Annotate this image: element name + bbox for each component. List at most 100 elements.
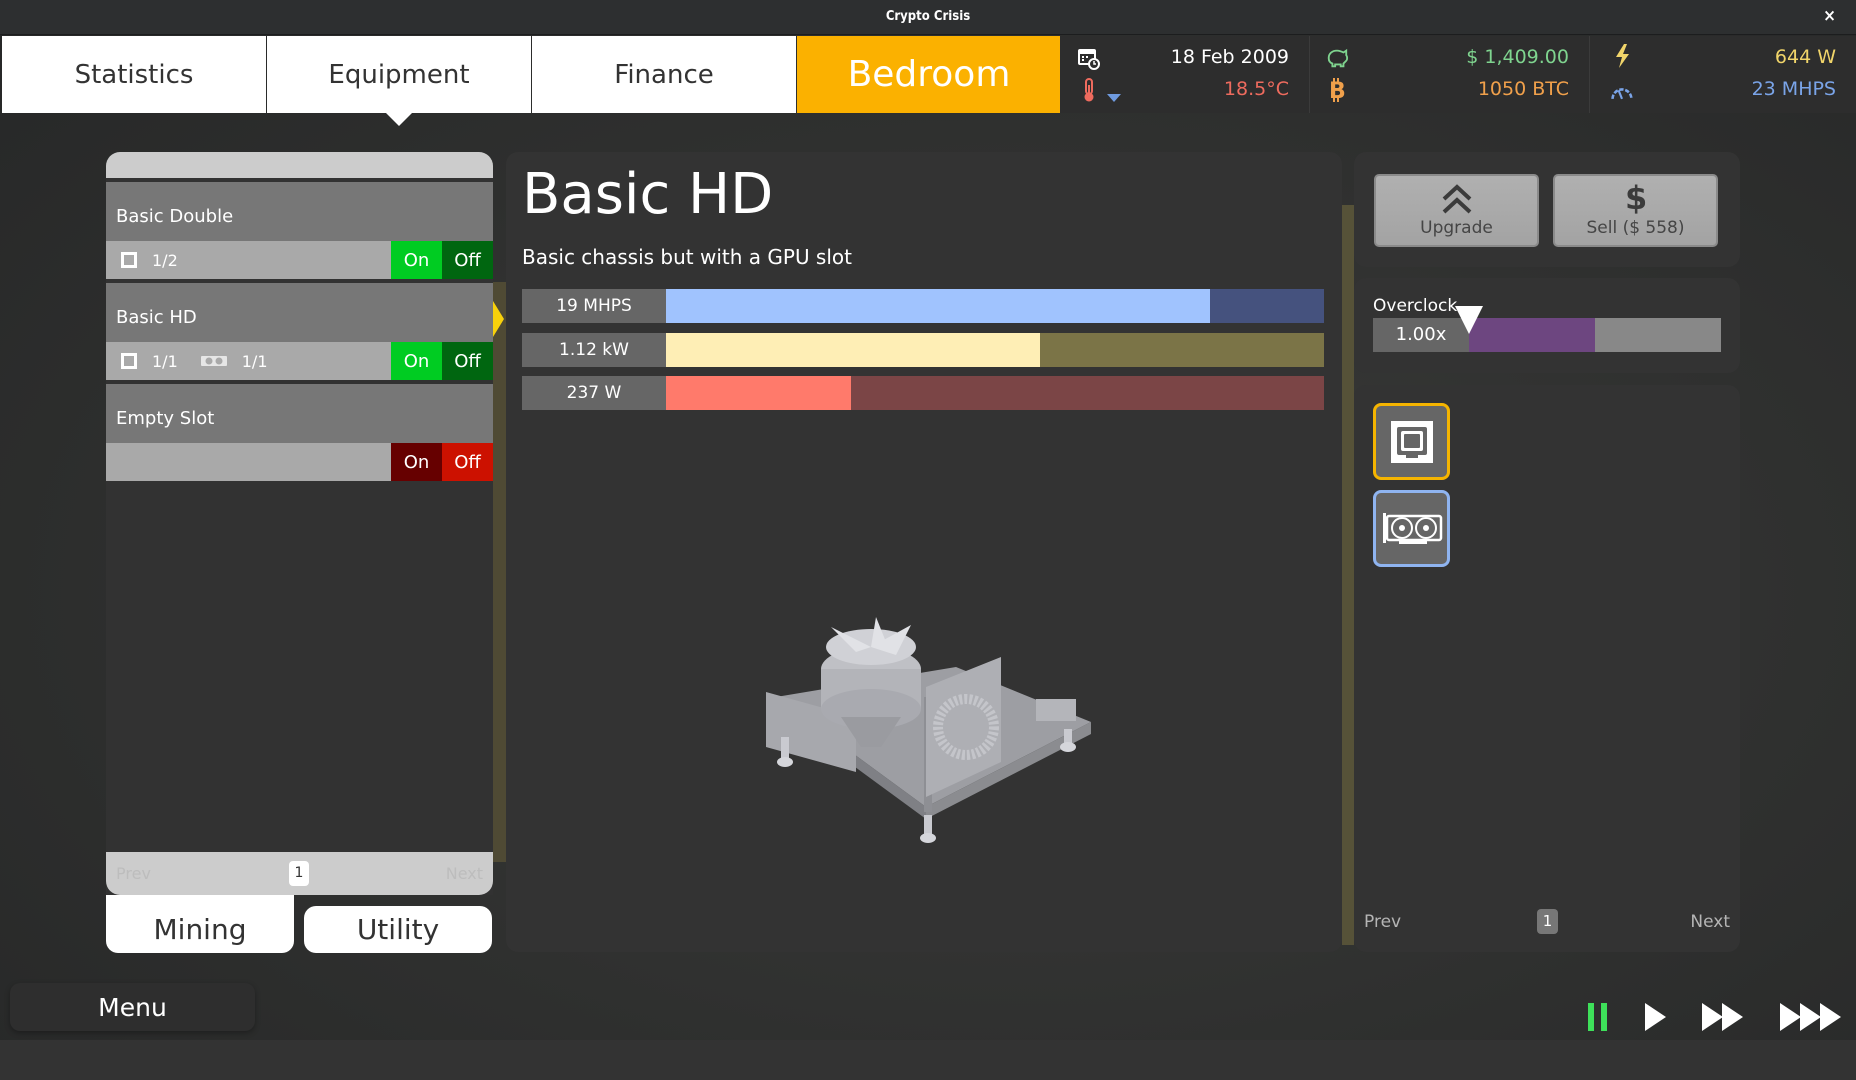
dropdown-arrow-icon[interactable]	[1102, 85, 1126, 109]
bar-track	[666, 376, 1324, 410]
cpu-icon	[1390, 420, 1433, 463]
double-chevron-up-icon	[1442, 184, 1471, 214]
rig-off-button[interactable]: Off	[442, 241, 493, 279]
speedometer-icon	[1610, 80, 1634, 104]
rig-item-selected[interactable]: Basic HD 1/1 1/1 On Off	[106, 283, 493, 380]
gpu-slot-count: 1/1	[241, 351, 268, 371]
fast-forward-button[interactable]	[1701, 1000, 1745, 1034]
rig-3d-model[interactable]	[756, 607, 1096, 847]
rig-status-row: 1/2 On Off	[106, 241, 493, 279]
date-value: 18 Feb 2009	[1170, 46, 1289, 68]
cpu-slot-count: 1/2	[152, 250, 178, 270]
tab-equipment[interactable]: Equipment	[267, 36, 531, 126]
piggy-bank-icon	[1325, 46, 1349, 70]
play-icon	[1645, 1003, 1666, 1031]
temperature-value: 18.5°C	[1223, 78, 1289, 100]
rig-status-row: On Off	[106, 443, 493, 481]
thermometer-icon	[1077, 78, 1101, 102]
rig-list-header	[106, 152, 493, 178]
dollar-icon: $	[1625, 180, 1647, 214]
bitcoin-icon: B	[1325, 78, 1349, 103]
rig-on-button[interactable]: On	[391, 342, 442, 380]
bar-track	[666, 289, 1324, 323]
lightning-icon	[1610, 44, 1634, 68]
category-mining-button[interactable]: Mining	[106, 895, 294, 953]
cpu-slot: 1/1	[120, 352, 178, 371]
tab-statistics[interactable]: Statistics	[2, 36, 266, 113]
sell-button[interactable]: $ Sell ($ 558)	[1553, 174, 1718, 247]
game-window: Crypto Crisis × Statistics Equipment Fin…	[0, 0, 1856, 1080]
rig-actions-panel: Upgrade $ Sell ($ 558)	[1354, 152, 1740, 267]
menu-button[interactable]: Menu	[10, 983, 255, 1031]
rig-item[interactable]: Empty Slot On Off	[106, 384, 493, 481]
calendar-clock-icon	[1077, 46, 1101, 70]
cash-value: $ 1,409.00	[1466, 46, 1569, 68]
bottom-strip	[0, 1040, 1856, 1080]
rig-off-button[interactable]: Off	[442, 443, 493, 481]
page-number: 1	[1537, 909, 1558, 934]
date-temp-block: 18 Feb 2009 18.5°C	[1060, 36, 1310, 113]
gpu-slot: 1/1	[200, 352, 268, 371]
close-icon[interactable]: ×	[1823, 6, 1836, 26]
cpu-slot-count: 1/1	[152, 351, 178, 371]
category-utility-button[interactable]: Utility	[304, 906, 492, 953]
fastest-forward-button[interactable]	[1779, 1000, 1843, 1034]
bar-fill	[666, 289, 1211, 323]
pause-button[interactable]	[1586, 1000, 1610, 1034]
rig-name: Basic Double	[106, 182, 493, 241]
category-label: Utility	[356, 913, 440, 946]
window-title: Crypto Crisis	[885, 9, 971, 24]
power-value: 644 W	[1774, 46, 1836, 68]
rig-item[interactable]: Basic Double 1/2 On Off	[106, 182, 493, 279]
next-page-button[interactable]: Next	[446, 864, 483, 883]
overclock-handle[interactable]	[1455, 306, 1483, 334]
page-number: 1	[289, 861, 309, 886]
prev-page-button[interactable]: Prev	[1364, 912, 1401, 932]
overclock-panel: Overclock 1.00x	[1354, 278, 1740, 373]
prev-page-button[interactable]: Prev	[116, 864, 151, 883]
part-slot-cpu[interactable]	[1373, 403, 1450, 480]
rig-list-pager: Prev 1 Next	[106, 852, 493, 895]
active-tab-pointer	[386, 113, 412, 126]
next-page-button[interactable]: Next	[1690, 912, 1730, 932]
rig-off-button[interactable]: Off	[442, 342, 493, 380]
rig-detail-panel: Basic HD Basic chassis but with a GPU sl…	[506, 152, 1342, 952]
btc-value: 1050 BTC	[1477, 78, 1569, 100]
category-label: Mining	[153, 912, 247, 946]
tab-label: Finance	[614, 59, 714, 90]
rig-detail-title: Basic HD	[522, 162, 774, 227]
cpu-slot: 1/2	[120, 251, 178, 270]
overclock-slider[interactable]	[1455, 306, 1721, 352]
power-capacity-label: 1.12 kW	[522, 333, 666, 367]
hashrate-value: 23 MHPS	[1751, 78, 1836, 100]
location-button[interactable]: Bedroom	[797, 36, 1061, 113]
upgrade-label: Upgrade	[1420, 218, 1493, 238]
scene-background-shelf	[493, 282, 506, 862]
tab-finance[interactable]: Finance	[532, 36, 796, 113]
gpu-icon	[200, 356, 227, 366]
sell-label: Sell ($ 558)	[1586, 218, 1685, 238]
status-bar: 18 Feb 2009 18.5°C B $ 1,409.00 1050 BTC…	[1060, 36, 1856, 113]
bar-fill	[666, 333, 1040, 367]
rig-on-button[interactable]: On	[391, 241, 442, 279]
main-tabs: Statistics Equipment Finance Bedroom	[2, 36, 1062, 126]
fast-forward-icon	[1702, 1003, 1743, 1031]
hashrate-label: 19 MHPS	[522, 289, 666, 323]
scene-background-post	[1342, 205, 1354, 945]
parts-pager: Prev 1 Next	[1354, 907, 1740, 952]
cpu-icon	[121, 252, 137, 268]
location-label: Bedroom	[847, 54, 1011, 95]
installed-parts-panel: Prev 1 Next	[1354, 385, 1740, 952]
upgrade-button[interactable]: Upgrade	[1374, 174, 1539, 247]
cpu-icon	[121, 353, 137, 369]
rig-on-button[interactable]: On	[391, 443, 442, 481]
tab-label: Equipment	[328, 59, 470, 90]
bar-track	[666, 333, 1324, 367]
power-capacity-bar: 1.12 kW	[522, 333, 1324, 367]
part-slot-gpu[interactable]	[1373, 490, 1450, 567]
play-button[interactable]	[1643, 1000, 1667, 1034]
svg-text:$: $	[1625, 180, 1647, 214]
tab-label: Statistics	[74, 59, 194, 90]
overclock-label: Overclock	[1373, 296, 1458, 316]
gpu-icon	[1382, 512, 1442, 544]
